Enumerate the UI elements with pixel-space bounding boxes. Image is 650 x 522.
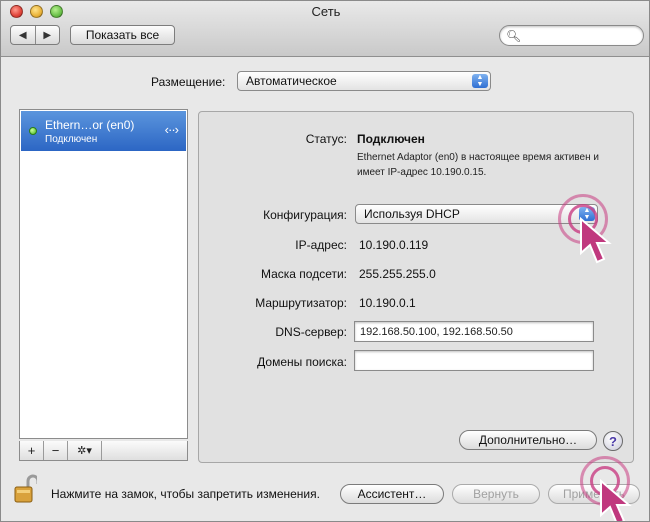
subnet-mask-label: Маска подсети: [260, 267, 347, 281]
assistant-button[interactable]: Ассистент… [340, 484, 444, 504]
window-title: Сеть [311, 4, 341, 19]
location-label: Размещение: [151, 75, 226, 89]
dns-field[interactable]: 192.168.50.100, 192.168.50.50 [354, 321, 594, 342]
service-list-buttons: + − ✲▾ [19, 441, 188, 461]
lock-text: Нажмите на замок, чтобы запретить измене… [51, 487, 320, 501]
service-list[interactable]: Ethern…or (en0) Подключен ‹··› [19, 109, 188, 439]
pointer-cursor-icon [600, 479, 632, 521]
service-status: Подключен [45, 134, 98, 145]
service-name: Ethern…or (en0) [45, 118, 135, 132]
remove-service-button[interactable]: − [44, 441, 68, 460]
help-button[interactable]: ? [603, 431, 623, 451]
gear-icon[interactable]: ✲▾ [68, 441, 102, 460]
back-forward-control: ◀ ▶ [10, 25, 60, 45]
pointer-cursor-icon [580, 217, 612, 264]
location-value: Автоматическое [246, 74, 337, 88]
status-value: Подключен [357, 132, 425, 146]
network-arrows-icon: ‹··› [164, 122, 179, 137]
status-label: Статус: [305, 132, 347, 146]
lock-icon[interactable] [13, 473, 37, 505]
dns-label: DNS-сервер: [275, 325, 347, 339]
revert-button[interactable]: Вернуть [452, 484, 540, 504]
popup-arrows-icon: ▲ ▼ [472, 74, 488, 88]
status-dot-icon [29, 127, 37, 135]
config-label: Конфигурация: [263, 208, 347, 222]
status-description: Ethernet Adaptor (en0) в настоящее время… [357, 152, 599, 178]
ip-label: IP-адрес: [295, 238, 347, 252]
ip-value: 10.190.0.119 [359, 238, 429, 252]
search-icon: 🔍︎ [506, 29, 522, 43]
router-label: Маршрутизатор: [255, 296, 347, 310]
back-button[interactable]: ◀ [11, 26, 35, 44]
add-service-button[interactable]: + [20, 441, 44, 460]
location-popup[interactable]: Автоматическое ▲ ▼ [237, 71, 491, 91]
search-domains-field[interactable] [354, 350, 594, 371]
router-value: 10.190.0.1 [359, 296, 416, 310]
search-field[interactable]: 🔍︎ [499, 25, 644, 46]
show-all-button[interactable]: Показать все [70, 25, 175, 45]
config-value: Используя DHCP [364, 207, 460, 221]
advanced-button[interactable]: Дополнительно… [459, 430, 597, 450]
forward-button[interactable]: ▶ [34, 26, 60, 44]
title-toolbar: Сеть ◀ ▶ Показать все 🔍︎ [1, 1, 649, 57]
service-item-ethernet[interactable]: Ethern…or (en0) Подключен ‹··› [21, 111, 186, 151]
subnet-mask-value: 255.255.255.0 [359, 267, 436, 281]
search-domains-label: Домены поиска: [257, 355, 347, 369]
network-preferences-window: Сеть ◀ ▶ Показать все 🔍︎ Размещение: Авт… [0, 0, 650, 522]
